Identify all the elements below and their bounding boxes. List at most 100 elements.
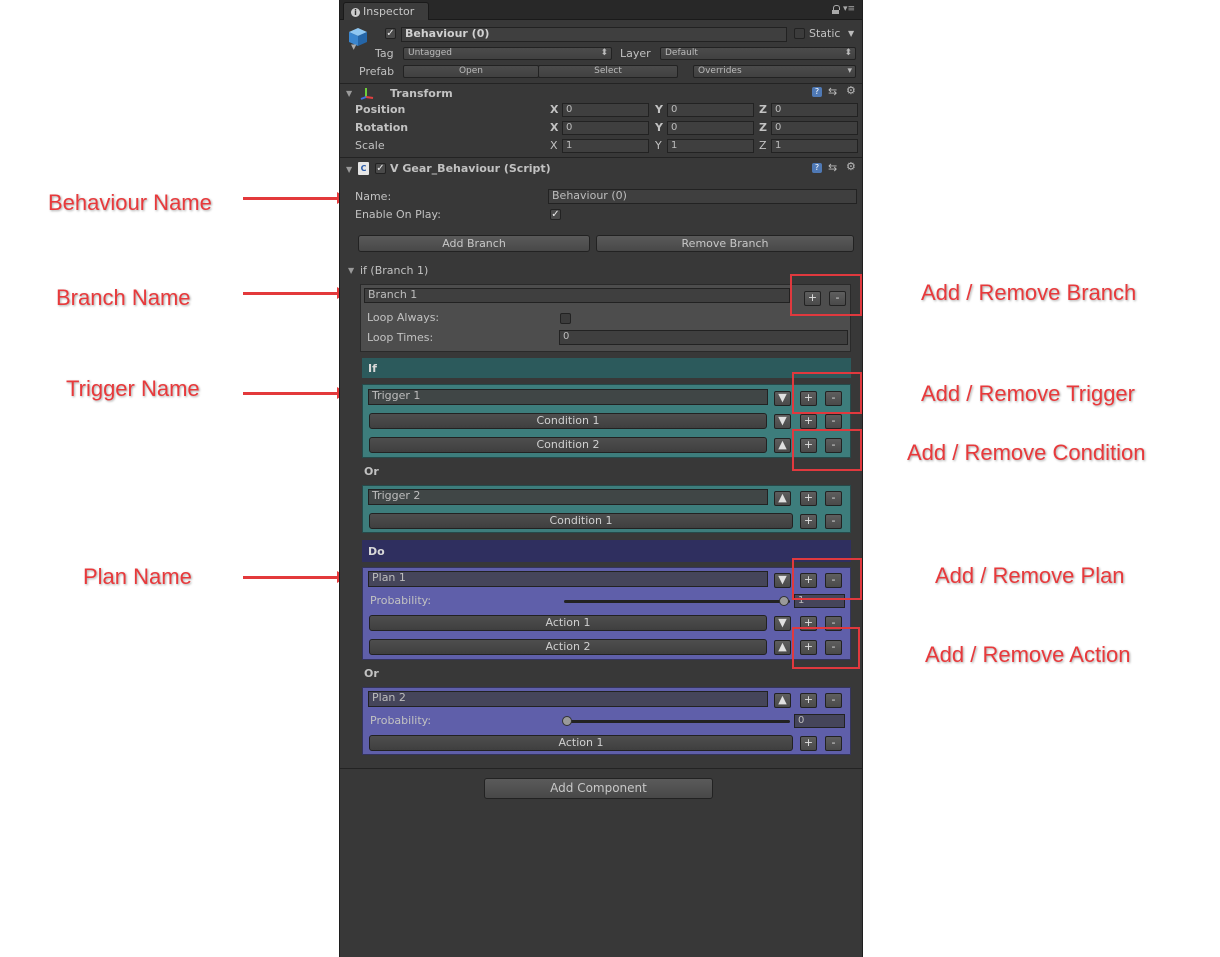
trigger-1-name-field[interactable]: Trigger 1 — [368, 389, 768, 405]
prefab-select-button[interactable]: Select — [538, 65, 678, 78]
annotation-add-remove-condition: Add / Remove Condition — [907, 440, 1146, 465]
layer-dropdown[interactable]: Default ⬍ — [660, 47, 856, 60]
plan-1-probability-slider[interactable] — [564, 600, 790, 603]
preset-icon[interactable]: ⇆ — [828, 161, 837, 174]
static-dropdown-icon[interactable]: ▼ — [848, 29, 854, 38]
condition-2-move-up-button[interactable]: ▲ — [774, 438, 791, 453]
action-2-bar[interactable]: Action 2 — [369, 639, 767, 655]
info-icon: i — [351, 8, 360, 17]
rotation-x-field[interactable]: 0 — [562, 121, 649, 135]
trigger-2-condition-remove-button[interactable]: - — [825, 514, 842, 529]
position-z-field[interactable]: 0 — [771, 103, 858, 117]
trigger-2-condition-add-button[interactable]: + — [800, 514, 817, 529]
remove-branch-button[interactable]: Remove Branch — [596, 235, 854, 252]
plan-1-move-down-button[interactable]: ▼ — [774, 573, 791, 588]
action-1-bar[interactable]: Action 1 — [369, 615, 767, 631]
loop-times-field[interactable]: 0 — [559, 330, 848, 345]
loop-always-checkbox[interactable] — [560, 313, 571, 324]
tag-dropdown-icon: ⬍ — [600, 48, 608, 58]
rotation-z-field[interactable]: 0 — [771, 121, 858, 135]
script-title: V Gear_Behaviour (Script) — [390, 162, 551, 175]
add-component-button[interactable]: Add Component — [484, 778, 713, 799]
tab-inspector[interactable]: i Inspector — [343, 2, 429, 20]
context-menu-icon[interactable]: ▾≡ — [843, 5, 855, 14]
position-label: Position — [355, 103, 406, 116]
if-header — [362, 358, 851, 378]
plan-2-add-button[interactable]: + — [800, 693, 817, 708]
trigger-2-remove-button[interactable]: - — [825, 491, 842, 506]
position-y-field[interactable]: 0 — [667, 103, 754, 117]
plan-2-move-up-button[interactable]: ▲ — [774, 693, 791, 708]
plan-2-action-remove-button[interactable]: - — [825, 736, 842, 751]
branch-foldout-icon[interactable]: ▼ — [348, 266, 354, 275]
lock-icon[interactable] — [832, 5, 840, 14]
add-branch-button[interactable]: Add Branch — [358, 235, 590, 252]
gear-icon[interactable]: ⚙ — [846, 160, 856, 173]
gameobject-name-field[interactable]: Behaviour (0) — [401, 27, 787, 42]
plan-2-action-add-button[interactable]: + — [800, 736, 817, 751]
trigger-2-condition-1-bar[interactable]: Condition 1 — [369, 513, 793, 529]
plan-2-probability-knob[interactable] — [562, 716, 572, 726]
arrow-plan-name — [243, 571, 347, 583]
action-2-move-up-button[interactable]: ▲ — [774, 640, 791, 655]
plan-2-action-1-bar[interactable]: Action 1 — [369, 735, 793, 751]
plan-2-remove-button[interactable]: - — [825, 693, 842, 708]
plan-2-name-field[interactable]: Plan 2 — [368, 691, 768, 707]
prefab-open-button[interactable]: Open — [403, 65, 539, 78]
help-icon[interactable]: ? — [812, 163, 822, 173]
condition-2-bar[interactable]: Condition 2 — [369, 437, 767, 453]
action-1-move-down-button[interactable]: ▼ — [774, 616, 791, 631]
annotation-plan-name: Plan Name — [83, 564, 192, 589]
annotation-add-remove-branch: Add / Remove Branch — [921, 280, 1137, 305]
condition-1-remove-button[interactable]: - — [825, 414, 842, 429]
transform-axis-icon — [359, 86, 375, 100]
trigger-2-move-up-button[interactable]: ▲ — [774, 491, 791, 506]
scale-z-label: Z — [759, 139, 767, 152]
position-y-label: Y — [655, 103, 663, 116]
rotation-y-field[interactable]: 0 — [667, 121, 754, 135]
condition-1-add-button[interactable]: + — [800, 414, 817, 429]
arrow-behaviour-name — [243, 192, 347, 204]
arrow-trigger-name — [243, 387, 347, 399]
trigger-2-add-button[interactable]: + — [800, 491, 817, 506]
layer-label: Layer — [620, 47, 651, 60]
icon-dropdown-arrow[interactable]: ▼ — [351, 43, 356, 51]
scale-y-field[interactable]: 1 — [667, 139, 754, 153]
plan-2-probability-slider[interactable] — [564, 720, 790, 723]
prefab-overrides-dropdown[interactable]: Overrides ▾ — [693, 65, 856, 78]
divider — [340, 83, 862, 84]
script-enabled-toggle[interactable]: ✓ — [375, 163, 386, 174]
position-x-field[interactable]: 0 — [562, 103, 649, 117]
plan-1-probability-knob[interactable] — [779, 596, 789, 606]
annotation-add-remove-action: Add / Remove Action — [925, 642, 1131, 667]
scale-x-label: X — [550, 139, 558, 152]
plan-2-probability-field[interactable]: 0 — [794, 714, 845, 728]
gear-icon[interactable]: ⚙ — [846, 84, 856, 97]
plan-1-name-field[interactable]: Plan 1 — [368, 571, 768, 587]
preset-icon[interactable]: ⇆ — [828, 85, 837, 98]
static-checkbox[interactable] — [794, 28, 805, 39]
script-foldout-icon[interactable]: ▼ — [346, 165, 352, 174]
tag-dropdown[interactable]: Untagged ⬍ — [403, 47, 612, 60]
scale-z-field[interactable]: 1 — [771, 139, 858, 153]
gameobject-active-toggle[interactable]: ✓ — [385, 28, 396, 39]
do-or-label: Or — [364, 667, 379, 680]
rotation-y-label: Y — [655, 121, 663, 134]
trigger-2-name-field[interactable]: Trigger 2 — [368, 489, 768, 505]
condition-1-bar[interactable]: Condition 1 — [369, 413, 767, 429]
branch-name-field[interactable]: Branch 1 — [364, 288, 790, 303]
if-label: If — [368, 362, 377, 375]
behaviour-name-field[interactable]: Behaviour (0) — [548, 189, 857, 204]
tag-label: Tag — [375, 47, 394, 60]
condition-1-move-down-button[interactable]: ▼ — [774, 414, 791, 429]
enable-on-play-label: Enable On Play: — [355, 208, 441, 221]
highlight-add-remove-action — [792, 627, 860, 669]
transform-title: Transform — [390, 87, 453, 100]
trigger-1-move-down-button[interactable]: ▼ — [774, 391, 791, 406]
enable-on-play-checkbox[interactable]: ✓ — [550, 209, 561, 220]
inspector-panel: i Inspector ▾≡ ▼ ✓ Behaviour (0) Static ▼… — [339, 0, 863, 957]
plan-2-probability-label: Probability: — [370, 714, 432, 727]
transform-foldout-icon[interactable]: ▼ — [346, 89, 352, 98]
help-icon[interactable]: ? — [812, 87, 822, 97]
scale-x-field[interactable]: 1 — [562, 139, 649, 153]
